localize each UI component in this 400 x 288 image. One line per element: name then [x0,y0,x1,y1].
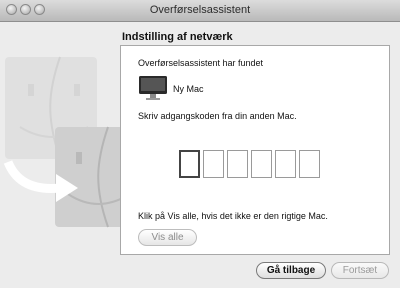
imac-icon [139,76,167,100]
mac-name: Ny Mac [173,84,204,94]
finder-face-icon [55,126,130,228]
hint-text: Klik på Vis alle, hvis det ikke er den r… [138,211,328,221]
passcode-digit[interactable] [251,150,272,178]
window-title: Overførselsassistent [149,4,251,16]
migration-assistant-window: Overførselsassistent Indstilling af netv… [0,0,400,288]
passcode-digit[interactable] [299,150,320,178]
instruction-text: Skriv adgangskoden fra din anden Mac. [138,111,297,121]
continue-button[interactable]: Fortsæt [331,262,389,279]
section-heading: Indstilling af netværk [122,31,233,43]
passcode-digit[interactable] [203,150,224,178]
passcode-digit[interactable] [179,150,200,178]
finder-illustration [3,56,130,228]
passcode-digit[interactable] [275,150,296,178]
passcode-digit[interactable] [227,150,248,178]
network-setup-panel: Overførselsassistent har fundet Ny Mac S… [120,45,390,255]
found-label: Overførselsassistent har fundet [138,58,264,68]
go-back-button[interactable]: Gå tilbage [256,262,326,279]
title-bar: Overførselsassistent [0,0,400,22]
show-all-button[interactable]: Vis alle [138,229,197,246]
